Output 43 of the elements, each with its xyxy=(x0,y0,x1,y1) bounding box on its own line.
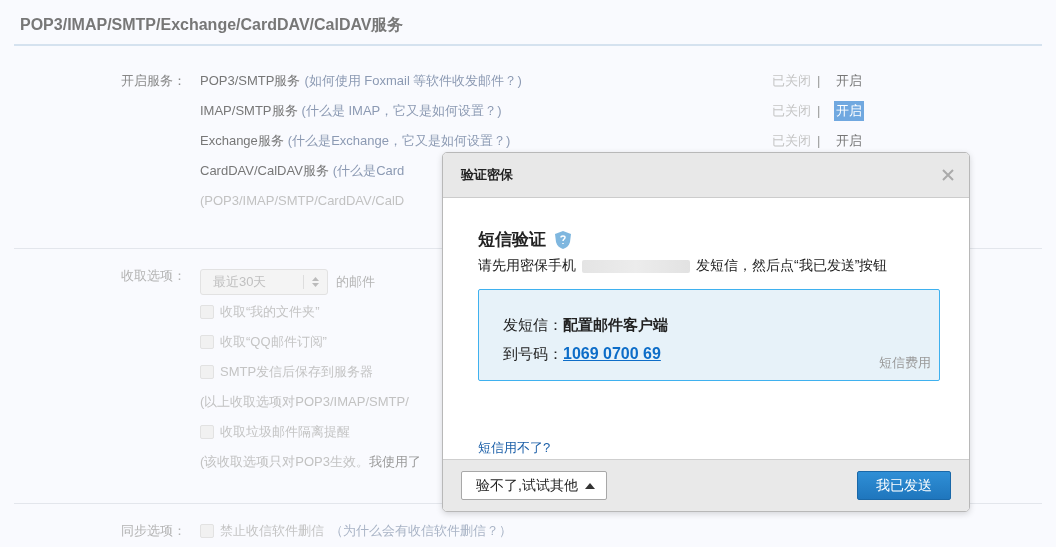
checkbox[interactable] xyxy=(200,335,214,349)
help-link[interactable]: (什么是 IMAP，它又是如何设置？) xyxy=(301,96,502,126)
section-heading: 短信验证 xyxy=(478,229,546,251)
select-suffix: 的邮件 xyxy=(336,273,375,291)
caret-icon xyxy=(583,481,596,490)
sms-fee-link[interactable]: 短信费用 xyxy=(879,354,931,372)
field-label: 同步选项： xyxy=(120,522,187,540)
separator: | xyxy=(817,102,821,120)
help-link[interactable]: (什么是Exchange，它又是如何设置？) xyxy=(287,126,511,156)
checkbox[interactable] xyxy=(200,365,214,379)
instruction-text: 请先用密保手机 xyxy=(478,257,576,275)
checkbox[interactable] xyxy=(200,305,214,319)
shield-icon[interactable] xyxy=(554,229,572,250)
field-label: 收取选项： xyxy=(120,267,187,285)
phone-number-link[interactable]: 1069 0700 69 xyxy=(563,339,661,368)
separator: | xyxy=(817,72,821,90)
other-methods-button[interactable]: 验不了,试试其他 xyxy=(461,471,607,500)
note-link[interactable]: 我使用了 xyxy=(369,453,421,471)
close-icon[interactable] xyxy=(941,168,955,182)
instruction-text: 发短信，然后点“我已发送”按钮 xyxy=(696,257,888,275)
enable-link[interactable]: 开启 xyxy=(834,101,864,121)
sms-content: 配置邮件客户端 xyxy=(563,315,668,335)
enable-link[interactable]: 开启 xyxy=(834,126,864,156)
sent-button[interactable]: 我已发送 xyxy=(857,471,951,500)
page-title: POP3/IMAP/SMTP/Exchange/CardDAV/CalDAV服务 xyxy=(14,14,1042,46)
dialog-title: 验证密保 xyxy=(461,166,513,184)
service-name: IMAP/SMTP服务 xyxy=(200,102,298,120)
help-link[interactable]: (如何使用 Foxmail 等软件收发邮件？) xyxy=(304,66,522,96)
caret-icon xyxy=(312,277,319,287)
help-link[interactable]: (什么是Card xyxy=(332,156,405,186)
note-text: (POP3/IMAP/SMTP/CardDAV/CalD xyxy=(200,192,406,210)
service-name: CardDAV/CalDAV服务 xyxy=(200,162,329,180)
help-link[interactable]: （为什么会有收信软件删信？） xyxy=(330,522,512,540)
checkbox[interactable] xyxy=(200,524,214,538)
separator: | xyxy=(817,132,821,150)
info-label: 发短信： xyxy=(503,315,563,335)
checkbox[interactable] xyxy=(200,425,214,439)
service-name: Exchange服务 xyxy=(200,132,284,150)
enable-link[interactable]: 开启 xyxy=(834,66,864,96)
info-label: 到号码： xyxy=(503,344,563,364)
service-name: POP3/SMTP服务 xyxy=(200,72,301,90)
help-link[interactable]: 短信用不了? xyxy=(478,439,551,457)
field-label: 开启服务： xyxy=(120,72,187,90)
